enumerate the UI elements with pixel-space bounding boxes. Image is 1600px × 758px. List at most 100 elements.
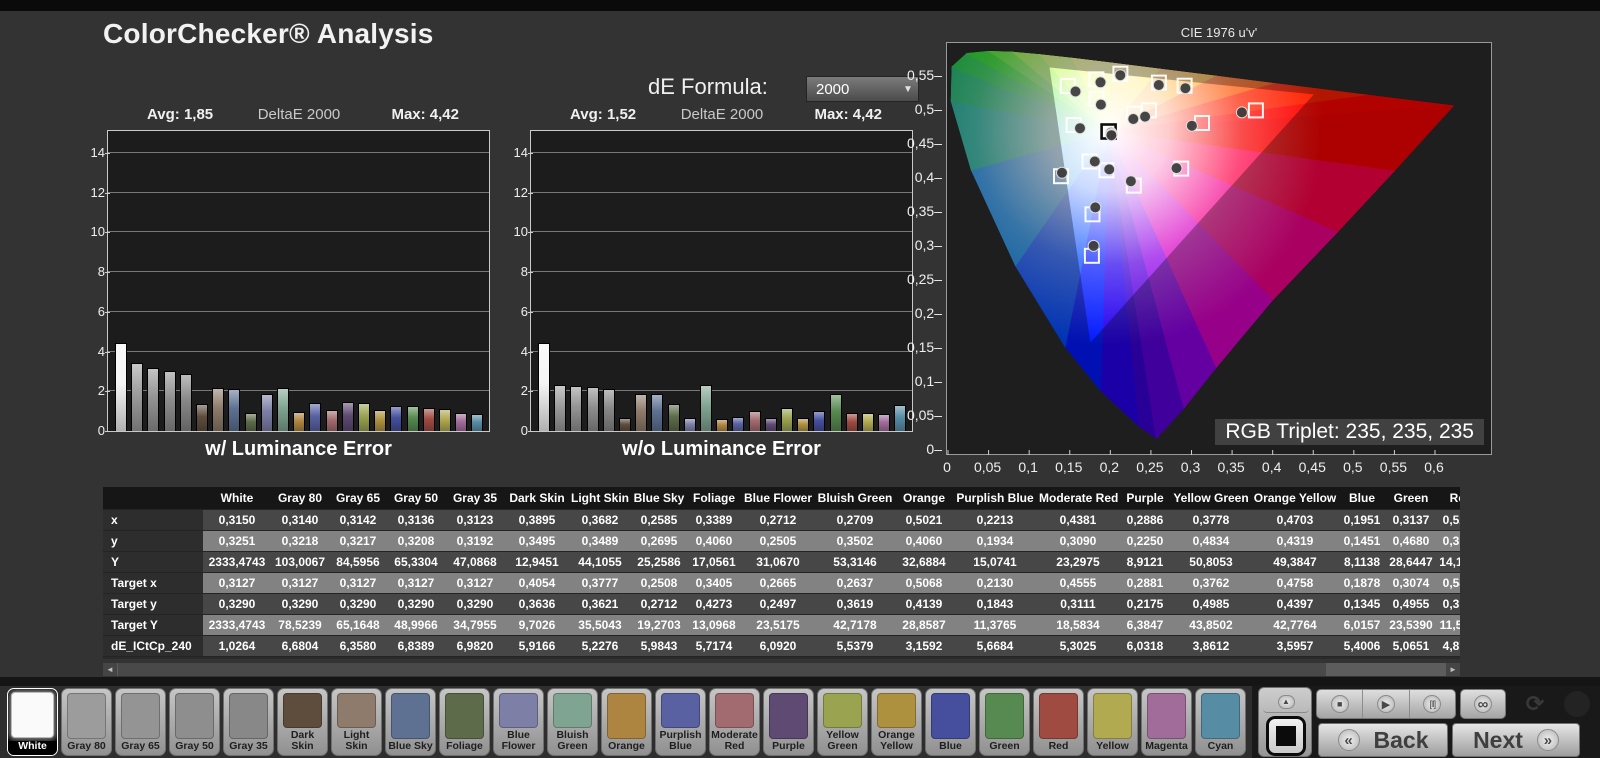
swatch-color-chip [1147,693,1186,739]
table-cell: 0,3489 [569,530,631,551]
next-button[interactable]: Next » [1452,723,1580,757]
de-formula-dropdown[interactable]: 2000 ▼ [806,76,919,102]
table-cell: 5,4006 [1339,635,1385,656]
table-cell: 0,4955 [1385,593,1437,614]
column-header: Foliage [687,487,741,509]
table-cell: 78,5239 [271,614,329,635]
stop-button[interactable]: ■ [1317,690,1363,718]
swatch-light-skin[interactable]: Light Skin [331,688,382,756]
table-cell: 0,2712 [741,509,815,530]
de-bar-bluish-green [700,385,712,431]
table-row: dE_ICtCp_2401,02646,68046,35806,83896,98… [103,635,1460,656]
swatch-white[interactable]: White [7,688,58,756]
swatch-purplish-blue[interactable]: Purplish Blue [655,688,706,756]
swatch-label: Magenta [1142,741,1191,755]
scrollbar-thumb[interactable] [118,663,1326,676]
chevron-up-icon: ▲ [1278,695,1295,709]
swatch-orange-yellow[interactable]: Orange Yellow [871,688,922,756]
table-cell: 0,2497 [741,593,815,614]
table-horizontal-scrollbar[interactable]: ◄ ► [103,663,1460,676]
refresh-icon: ⟳ [1526,691,1544,717]
table-cell: 11,3765 [953,614,1037,635]
table-cell: 0,3074 [1385,572,1437,593]
table-cell: 6,8389 [387,635,445,656]
table-cell: 0,2250 [1119,530,1171,551]
table-cell: 0,3127 [445,572,505,593]
de-bar-blue-flower [261,394,273,431]
table-cell: 5,3025 [1037,635,1119,656]
table-cell: 0,3636 [505,593,569,614]
table-cell: 0,3762 [1171,572,1251,593]
chart-max-label: Max: 4,42 [391,106,459,123]
swatch-blue-sky[interactable]: Blue Sky [385,688,436,756]
de-bar-gray-80 [554,385,566,431]
table-cell: 0,1843 [953,593,1037,614]
column-header: Yellow Green [1171,487,1251,509]
table-row: Target x0,31270,31270,31270,31270,31270,… [103,572,1460,593]
swatch-color-chip [337,693,376,728]
column-header: Blue [1339,487,1385,509]
swatch-blue[interactable]: Blue [925,688,976,756]
chevron-right-icon: » [1537,729,1559,751]
table-cell: 0,3290 [271,593,329,614]
measured-dot [1057,167,1068,178]
pattern-window-button[interactable] [1266,716,1306,756]
column-header: Blue Sky [631,487,687,509]
de-bar-white [538,343,550,431]
table-cell: 5,0651 [1385,635,1437,656]
swatch-label: Gray 35 [224,741,273,755]
swatch-color-chip [229,693,268,739]
step-button[interactable]: [‖] [1410,690,1455,718]
swatch-color-chip [283,693,322,728]
swatch-moderate-red[interactable]: Moderate Red [709,688,760,756]
swatch-gray-65[interactable]: Gray 65 [115,688,166,756]
table-cell: 0,2665 [741,572,815,593]
swatch-yellow[interactable]: Yellow [1087,688,1138,756]
swatch-label: Green [980,741,1029,755]
swatch-blue-flower[interactable]: Blue Flower [493,688,544,756]
table-cell: 5,9166 [505,635,569,656]
swatch-label: Dark Skin [278,730,327,755]
swatch-magenta[interactable]: Magenta [1141,688,1192,756]
y-axis-tick-label: 4 [508,344,528,359]
swatch-bluish-green[interactable]: Bluish Green [547,688,598,756]
de-bar-purplish-blue [309,403,321,431]
swatch-gray-35[interactable]: Gray 35 [223,688,274,756]
swatch-label: Blue Flower [494,730,543,755]
chevron-left-icon: « [1338,729,1360,751]
row-label: Target y [103,593,203,614]
swatch-yellow-green[interactable]: Yellow Green [817,688,868,756]
table-cell: 0,3777 [569,572,631,593]
swatch-gray-80[interactable]: Gray 80 [61,688,112,756]
swatch-green[interactable]: Green [979,688,1030,756]
table-cell: 0,2508 [631,572,687,593]
table-cell: 0,3251 [203,530,271,551]
swatch-purple[interactable]: Purple [763,688,814,756]
table-cell: 42,7764 [1251,614,1339,635]
swatch-foliage[interactable]: Foliage [439,688,490,756]
swatch-orange[interactable]: Orange [601,688,652,756]
continuous-measure-button[interactable]: ∞ [1460,689,1506,719]
table-cell: 0,3111 [1037,593,1119,614]
swatch-dark-skin[interactable]: Dark Skin [277,688,328,756]
table-cell: 103,0067 [271,551,329,572]
table-cell: 0,2637 [815,572,895,593]
swatch-cyan[interactable]: Cyan [1195,688,1246,756]
de-bar-moderate-red [749,411,761,431]
column-header: Red [1437,487,1460,509]
measured-dot [1089,156,1100,167]
scroll-right-button[interactable]: ► [1446,663,1460,676]
de-bar-gray-50 [164,371,176,431]
collapse-button[interactable]: ▲ [1263,691,1309,713]
scroll-left-button[interactable]: ◄ [103,663,117,676]
table-cell: 6,6804 [271,635,329,656]
back-button[interactable]: « Back [1318,723,1448,757]
y-axis-tick-label: 8 [85,264,105,279]
play-button[interactable]: ▶ [1363,690,1409,718]
table-cell: 0,5433 [1437,572,1460,593]
swatch-gray-50[interactable]: Gray 50 [169,688,220,756]
measured-dot [1088,240,1099,251]
swatch-red[interactable]: Red [1033,688,1084,756]
measured-dot [1180,83,1191,94]
swatch-label: Gray 80 [62,741,111,755]
